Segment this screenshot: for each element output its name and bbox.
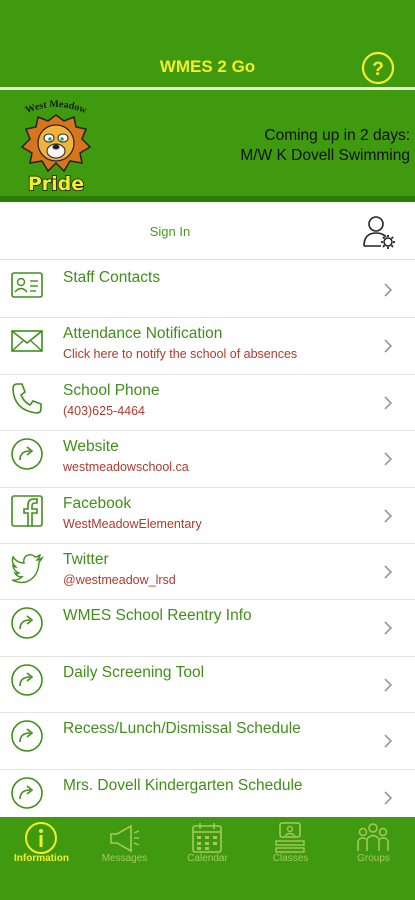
bottom-tab-bar: Information Messages Calendar Classes Gr… — [0, 817, 415, 900]
list-item-staff-contacts[interactable]: Staff Contacts — [0, 262, 415, 319]
chevron-right-icon — [384, 621, 393, 635]
tab-label: Calendar — [187, 853, 228, 864]
info-icon — [25, 822, 57, 854]
upcoming-label: Coming up in 2 days: — [264, 127, 410, 144]
tab-label: Information — [14, 853, 69, 864]
list-item-subtitle: (403)625-4464 — [63, 403, 146, 418]
upcoming-event[interactable]: Coming up in 2 days: M/W K Dovell Swimmi… — [240, 126, 410, 166]
list-item-facebook[interactable]: Facebook WestMeadowElementary — [0, 488, 415, 544]
help-circle-icon[interactable]: ? — [361, 51, 395, 85]
link-arrow-icon — [11, 776, 43, 809]
tab-information[interactable]: Information — [0, 817, 83, 877]
chevron-right-icon — [384, 396, 393, 410]
list-item-subtitle: Click here to notify the school of absen… — [63, 347, 298, 362]
list-item-subtitle: WestMeadowElementary — [63, 516, 202, 531]
chevron-right-icon — [384, 790, 393, 805]
app-title: WMES 2 Go — [159, 57, 256, 76]
tab-messages[interactable]: Messages — [83, 817, 166, 877]
list-item-recess-schedule[interactable]: Recess/Lunch/Dismissal Schedule — [0, 713, 415, 770]
groups-icon — [357, 823, 389, 851]
phone-icon — [12, 382, 42, 414]
list-item-screening-tool[interactable]: Daily Screening Tool — [0, 657, 415, 714]
signin-button[interactable]: Sign In — [0, 224, 340, 239]
tab-groups[interactable]: Groups — [332, 817, 415, 877]
chevron-right-icon — [384, 508, 393, 523]
list-item-title: Daily Screening Tool — [63, 663, 205, 681]
tab-label: Classes — [272, 853, 309, 864]
chevron-right-icon — [384, 565, 393, 579]
app-header: WMES 2 Go ? West Meadow Pride Coming up … — [0, 0, 415, 202]
signin-bar: Sign In — [0, 202, 415, 260]
chevron-right-icon — [384, 452, 393, 466]
svg-text:West Meadow: West Meadow — [24, 99, 89, 117]
list-item-title: Facebook — [63, 494, 132, 512]
tab-label: Messages — [101, 853, 148, 864]
chevron-right-icon — [384, 283, 393, 297]
list-item-subtitle: westmeadowschool.ca — [63, 460, 189, 475]
link-arrow-icon — [11, 663, 43, 696]
list-item-title: Attendance Notification — [63, 325, 223, 343]
chevron-right-icon — [384, 339, 393, 353]
logo-word: Pride — [28, 173, 84, 195]
list-item-website[interactable]: Website westmeadowschool.ca — [0, 431, 415, 488]
logo-arc-text: West Meadow — [24, 99, 89, 117]
list-item-twitter[interactable]: Twitter @westmeadow_lrsd — [0, 544, 415, 601]
link-arrow-icon — [11, 607, 43, 640]
header-divider — [0, 87, 415, 90]
link-arrow-icon — [11, 720, 43, 752]
list-item-title: WMES School Reentry Info — [63, 607, 252, 625]
link-arrow-icon — [11, 438, 43, 470]
list-item-title: School Phone — [63, 381, 160, 399]
list-item-title: Recess/Lunch/Dismissal Schedule — [63, 720, 301, 738]
calendar-icon — [192, 823, 222, 853]
school-logo: West Meadow Pride — [20, 99, 92, 195]
upcoming-event-name: M/W K Dovell Swimming — [240, 147, 410, 164]
list-item-title: Staff Contacts — [63, 269, 161, 286]
list-item-attendance[interactable]: Attendance Notification Click here to no… — [0, 318, 415, 375]
tab-classes[interactable]: Classes — [249, 817, 332, 877]
facebook-icon — [11, 494, 43, 527]
list-item-title: Twitter — [63, 550, 109, 568]
envelope-icon — [11, 330, 43, 353]
list-item-reentry-info[interactable]: WMES School Reentry Info — [0, 600, 415, 657]
chevron-right-icon — [384, 734, 393, 748]
contact-card-icon — [11, 272, 43, 298]
megaphone-icon — [110, 824, 140, 853]
list-item-school-phone[interactable]: School Phone (403)625-4464 — [0, 375, 415, 432]
chevron-right-icon — [384, 678, 393, 692]
classes-icon — [275, 822, 305, 853]
tab-calendar[interactable]: Calendar — [166, 817, 249, 877]
list-item-title: Website — [63, 438, 119, 456]
info-list: Staff Contacts Attendance Notification C… — [0, 262, 415, 826]
list-item-title: Mrs. Dovell Kindergarten Schedule — [63, 776, 303, 794]
twitter-icon — [11, 553, 44, 584]
tab-label: Groups — [357, 853, 390, 864]
user-settings-icon[interactable] — [361, 213, 397, 249]
list-item-subtitle: @westmeadow_lrsd — [63, 572, 176, 587]
svg-text:?: ? — [372, 59, 384, 80]
